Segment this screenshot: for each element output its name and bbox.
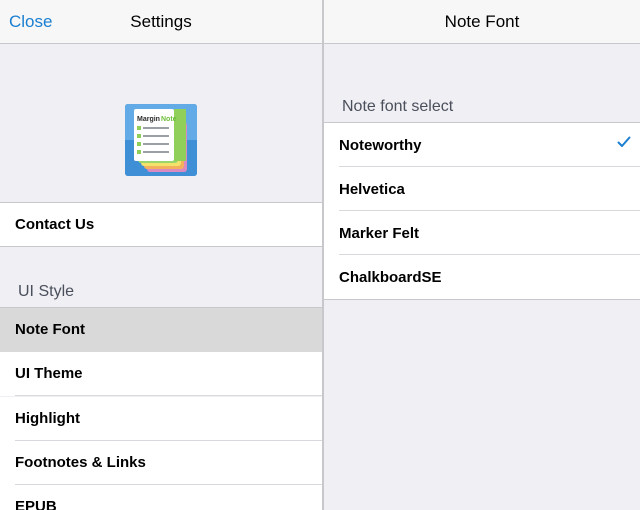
font-option-label: Helvetica: [339, 181, 405, 198]
divider: [324, 299, 640, 300]
settings-item-footnotes-links[interactable]: Footnotes & Links: [0, 441, 322, 485]
font-option-label: ChalkboardSE: [339, 269, 442, 286]
app-icon-graphic: Margin Note: [125, 104, 197, 176]
settings-item-label: Highlight: [15, 410, 80, 427]
settings-item-label: EPUB: [15, 498, 57, 510]
settings-item-highlight[interactable]: Highlight: [0, 397, 322, 441]
font-option-label: Noteworthy: [339, 137, 422, 154]
settings-item-label: UI Theme: [15, 365, 83, 382]
settings-title: Settings: [130, 12, 192, 31]
settings-item-ui-theme[interactable]: UI Theme: [0, 352, 322, 396]
section-header-ui-style: UI Style: [18, 283, 75, 300]
font-option-chalkboardse[interactable]: ChalkboardSE: [324, 255, 640, 299]
note-font-nav-bar: Note Font: [324, 0, 640, 44]
checkmark-icon: [617, 136, 631, 147]
divider: [0, 246, 322, 247]
marginnote-app-icon: Margin Note: [125, 104, 197, 176]
settings-nav-bar: Close Settings: [0, 0, 322, 44]
note-font-pane: Note Font Note font select Noteworthy He…: [324, 0, 640, 510]
contact-us-label: Contact Us: [15, 216, 95, 233]
settings-item-label: Note Font: [15, 321, 85, 338]
contact-us-row[interactable]: Contact Us: [0, 203, 322, 247]
settings-item-epub[interactable]: EPUB: [0, 485, 322, 510]
font-option-label: Marker Felt: [339, 225, 420, 242]
font-option-noteworthy[interactable]: Noteworthy: [324, 123, 640, 167]
settings-pane: Close Settings Margin Note Contact Us UI…: [0, 0, 322, 510]
font-option-helvetica[interactable]: Helvetica: [324, 167, 640, 211]
svg-text:Margin: Margin: [137, 116, 160, 123]
section-header-note-font-select: Note font select: [342, 98, 454, 115]
settings-item-note-font[interactable]: Note Font: [0, 308, 322, 352]
font-option-marker-felt[interactable]: Marker Felt: [324, 211, 640, 255]
svg-text:Note: Note: [161, 116, 177, 123]
row-separator: [15, 395, 322, 396]
note-font-title: Note Font: [444, 12, 520, 31]
settings-item-label: Footnotes & Links: [15, 454, 146, 471]
